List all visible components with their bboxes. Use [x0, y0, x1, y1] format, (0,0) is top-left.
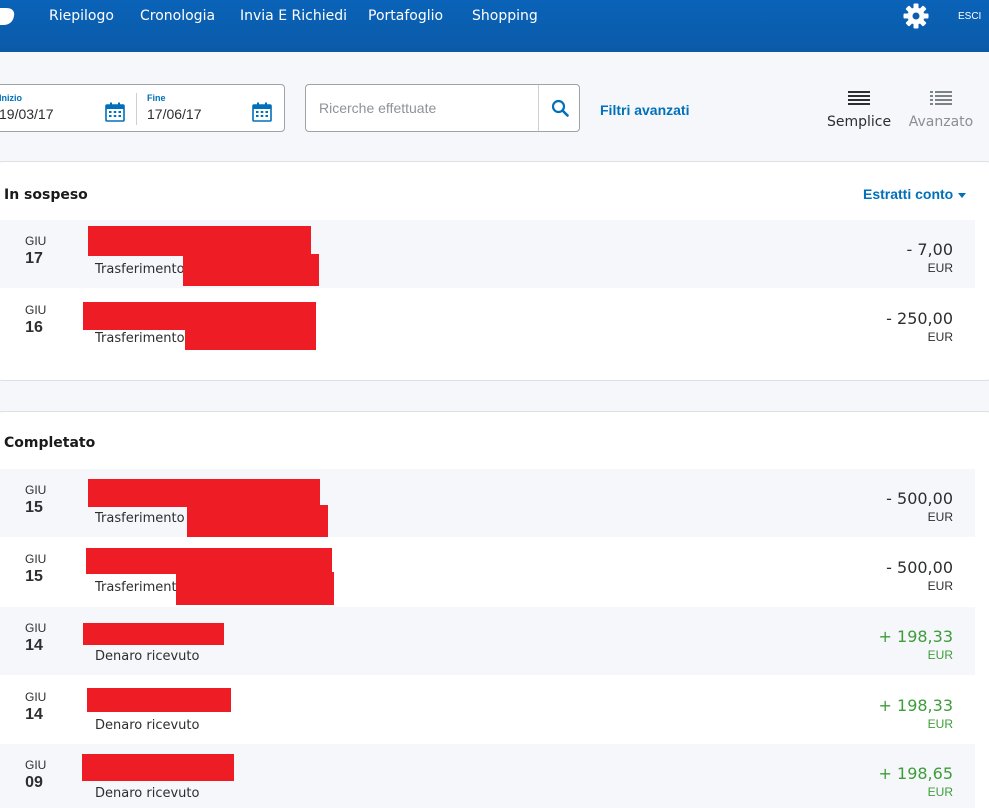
- row-description: Denaro ricevuto: [95, 649, 200, 664]
- nav-cronologia[interactable]: Cronologia: [140, 8, 215, 24]
- redacted-name: [88, 226, 311, 256]
- row-currency: EUR: [927, 261, 953, 275]
- calendar-icon[interactable]: [105, 102, 125, 122]
- search-box: [305, 84, 580, 132]
- row-amount: + 198,65: [878, 764, 953, 783]
- search-input[interactable]: [307, 86, 537, 130]
- redacted-detail: [187, 505, 328, 537]
- redacted-name: [86, 548, 332, 574]
- row-month: GIU: [25, 758, 47, 772]
- redacted-detail: [185, 327, 316, 350]
- search-icon: [551, 99, 569, 117]
- row-amount: - 7,00: [906, 240, 953, 259]
- row-month: GIU: [25, 621, 47, 635]
- transaction-row[interactable]: GIU 16 Trasferimento - 250,00 EUR: [0, 289, 975, 357]
- redacted-name: [83, 302, 316, 330]
- view-simple-label: Semplice: [826, 114, 892, 130]
- start-date-label: Inizio: [0, 93, 22, 103]
- row-day: 16: [25, 319, 43, 336]
- row-currency: EUR: [927, 510, 953, 524]
- row-description: Denaro ricevuto: [95, 786, 200, 801]
- row-month: GIU: [25, 552, 47, 566]
- search-button[interactable]: [538, 85, 580, 131]
- end-date-label: Fine: [147, 93, 166, 103]
- paypal-logo-icon[interactable]: [0, 6, 16, 34]
- row-amount: - 500,00: [886, 489, 953, 508]
- transaction-row[interactable]: GIU 17 Trasferimento - 7,00 EUR: [0, 220, 975, 288]
- row-day: 15: [25, 499, 43, 516]
- view-advanced-label: Avanzato: [908, 114, 974, 130]
- statements-label: Estratti conto: [863, 186, 954, 202]
- pending-transactions-card: In sospeso Estratti conto GIU 17 Trasfer…: [0, 161, 989, 381]
- pending-section-title: In sospeso: [4, 187, 88, 203]
- row-currency: EUR: [927, 648, 953, 662]
- row-currency: EUR: [927, 579, 953, 593]
- row-month: GIU: [25, 234, 47, 248]
- row-amount: - 250,00: [886, 309, 953, 328]
- logout-link[interactable]: ESCI: [958, 11, 981, 22]
- nav-shopping[interactable]: Shopping: [472, 8, 538, 24]
- row-amount: - 500,00: [886, 558, 953, 577]
- list-lines-icon: [848, 91, 870, 105]
- row-currency: EUR: [927, 785, 953, 799]
- row-day: 14: [25, 637, 43, 654]
- date-divider: [136, 93, 137, 125]
- nav-portafoglio[interactable]: Portafoglio: [368, 8, 443, 24]
- row-currency: EUR: [927, 330, 953, 344]
- calendar-icon[interactable]: [252, 102, 272, 122]
- row-day: 09: [25, 774, 43, 791]
- row-day: 14: [25, 706, 43, 723]
- row-month: GIU: [25, 690, 47, 704]
- redacted-name: [87, 688, 231, 712]
- redacted-name: [88, 479, 320, 507]
- redacted-name: [83, 623, 224, 645]
- row-currency: EUR: [927, 717, 953, 731]
- completed-transactions-card: Completato GIU 15 Trasferimento - 500,00…: [0, 411, 989, 808]
- row-day: 15: [25, 568, 43, 585]
- statements-dropdown[interactable]: Estratti conto: [863, 186, 967, 202]
- start-date-value[interactable]: 19/03/17: [0, 106, 54, 122]
- row-description: Trasferimento: [95, 262, 185, 277]
- gear-icon[interactable]: [902, 2, 930, 30]
- row-month: GIU: [25, 483, 47, 497]
- list-detail-icon: [930, 91, 952, 105]
- transaction-row[interactable]: GIU 15 Trasferimento - 500,00 EUR: [0, 538, 975, 606]
- row-amount: + 198,33: [878, 627, 953, 646]
- redacted-name: [82, 754, 234, 781]
- end-date-value[interactable]: 17/06/17: [147, 106, 202, 122]
- row-description: Trasferimento: [95, 331, 185, 346]
- date-range-picker[interactable]: Inizio 19/03/17 Fine 17/06/17: [0, 84, 285, 132]
- row-month: GIU: [25, 303, 47, 317]
- advanced-filters-link[interactable]: Filtri avanzati: [600, 102, 689, 118]
- row-description: Trasferimento: [95, 580, 185, 595]
- row-description: Denaro ricevuto: [95, 718, 200, 733]
- redacted-detail: [183, 254, 319, 286]
- view-simple-toggle[interactable]: Semplice: [826, 90, 892, 130]
- nav-riepilogo[interactable]: Riepilogo: [49, 8, 114, 24]
- row-description: Trasferimento: [95, 511, 185, 526]
- caret-down-icon: [958, 192, 967, 198]
- row-amount: + 198,33: [878, 696, 953, 715]
- view-advanced-toggle[interactable]: Avanzato: [906, 90, 976, 130]
- transaction-row[interactable]: GIU 14 Denaro ricevuto + 198,33 EUR: [0, 607, 975, 675]
- nav-invia-e-richiedi[interactable]: Invia E Richiedi: [240, 8, 347, 24]
- completed-section-title: Completato: [4, 435, 96, 451]
- top-navigation-bar: Riepilogo Cronologia Invia E Richiedi Po…: [0, 0, 989, 52]
- transaction-row[interactable]: GIU 14 Denaro ricevuto + 198,33 EUR: [0, 676, 975, 744]
- row-day: 17: [25, 250, 43, 267]
- redacted-detail: [176, 572, 334, 605]
- transaction-row[interactable]: GIU 09 Denaro ricevuto + 198,65 EUR: [0, 744, 975, 808]
- transaction-row[interactable]: GIU 15 Trasferimento - 500,00 EUR: [0, 469, 975, 537]
